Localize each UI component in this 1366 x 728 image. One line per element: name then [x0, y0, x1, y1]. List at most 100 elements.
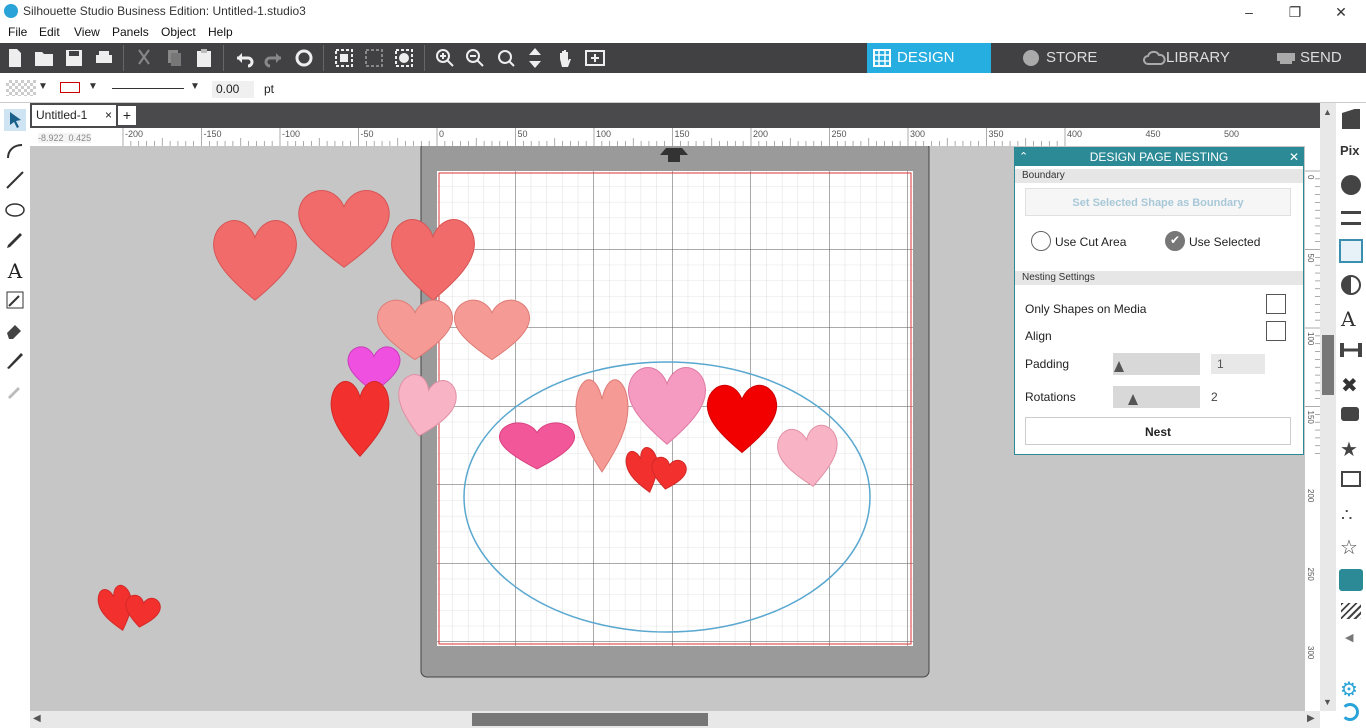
trace-icon[interactable] — [1341, 471, 1361, 487]
line-color-dropdown-icon[interactable]: ▼ — [88, 81, 98, 92]
menu-help[interactable]: Help — [208, 25, 233, 39]
heart-shape[interactable] — [299, 191, 389, 268]
settings-gear-icon[interactable]: ⚙ — [1340, 677, 1358, 702]
eyedropper-tool-icon[interactable] — [4, 379, 26, 401]
scroll-up-icon[interactable]: ▲ — [1323, 107, 1332, 117]
replicate-icon[interactable]: ✖ — [1341, 373, 1358, 398]
only-shapes-on-media-label: Only Shapes on Media — [1025, 302, 1147, 316]
compound-path-icon[interactable] — [393, 47, 415, 69]
collapse-panel-icon[interactable]: ◀ — [1345, 631, 1353, 644]
text-tool-icon[interactable]: A — [4, 259, 26, 283]
collapse-chevron-icon[interactable]: ⌃ — [1019, 148, 1028, 166]
document-tab[interactable]: Untitled-1 × — [32, 105, 116, 126]
tab-store[interactable]: STORE — [1016, 43, 1126, 73]
tab-library[interactable]: LIBRARY — [1136, 43, 1254, 73]
new-document-icon[interactable] — [4, 47, 26, 69]
close-tab-icon[interactable]: × — [105, 105, 112, 126]
open-folder-icon[interactable] — [33, 47, 55, 69]
nest-button[interactable]: Nest — [1025, 417, 1291, 445]
align-icon[interactable] — [1340, 343, 1362, 357]
tab-send[interactable]: SEND — [1268, 43, 1366, 73]
menu-panels[interactable]: Panels — [112, 25, 149, 39]
save-icon[interactable] — [63, 47, 85, 69]
heart-shape[interactable] — [331, 381, 389, 456]
add-tab-button[interactable]: + — [118, 106, 136, 125]
cursor-readout: -8.922 0.425 — [38, 133, 92, 143]
select-tool-icon[interactable] — [4, 109, 26, 131]
fill-dropdown-icon[interactable]: ▼ — [38, 81, 48, 92]
modify-icon[interactable] — [1341, 407, 1359, 421]
horizontal-scroll-thumb[interactable] — [472, 713, 708, 726]
padding-slider-thumb[interactable] — [1114, 361, 1124, 372]
close-panel-icon[interactable]: ✕ — [1289, 148, 1299, 166]
pan-hand-icon[interactable] — [554, 47, 576, 69]
print-icon[interactable] — [93, 47, 115, 69]
align-checkbox[interactable] — [1266, 321, 1286, 341]
padding-input[interactable]: 1 — [1211, 354, 1265, 374]
page-setup-icon[interactable] — [1342, 109, 1360, 129]
nesting-settings-section-header: Nesting Settings — [1015, 271, 1303, 285]
line-style-icon[interactable] — [1341, 211, 1361, 225]
zoom-selection-icon[interactable] — [494, 47, 516, 69]
scroll-left-icon[interactable]: ◀ — [33, 713, 41, 724]
fill-color-icon[interactable] — [1341, 175, 1361, 195]
redo-icon[interactable] — [263, 47, 285, 69]
copy-icon[interactable] — [163, 47, 185, 69]
fit-to-page-icon[interactable] — [524, 47, 546, 69]
nesting-panel-icon[interactable] — [1339, 569, 1363, 591]
fill-pattern-panel-icon[interactable] — [1341, 603, 1361, 619]
tab-design[interactable]: DESIGN — [867, 43, 991, 73]
rotations-slider-thumb[interactable] — [1128, 394, 1138, 405]
menu-edit[interactable]: Edit — [39, 25, 60, 39]
ungroup-icon[interactable] — [363, 47, 385, 69]
offset-star-icon[interactable]: ★ — [1340, 437, 1358, 462]
close-window-icon[interactable]: ✕ — [1318, 2, 1364, 22]
rotations-slider[interactable] — [1113, 386, 1200, 408]
line-style-preview[interactable] — [112, 88, 184, 89]
line-color-swatch[interactable] — [60, 82, 80, 93]
heart-shape[interactable] — [122, 594, 161, 630]
transparency-icon[interactable] — [1341, 275, 1361, 295]
pix-scan-icon[interactable]: Pix — [1340, 143, 1360, 158]
paste-icon[interactable] — [193, 47, 215, 69]
restore-icon[interactable]: ❐ — [1272, 2, 1318, 22]
line-tool-icon[interactable] — [4, 169, 26, 191]
transform-panel-icon[interactable] — [1339, 239, 1363, 263]
only-shapes-on-media-checkbox[interactable] — [1266, 294, 1286, 314]
sketch-dots-icon[interactable]: ∴ — [1341, 505, 1352, 526]
library-star-icon[interactable]: ☆ — [1340, 535, 1358, 560]
undo-icon[interactable] — [233, 47, 255, 69]
pencil-tool-icon[interactable] — [4, 229, 26, 251]
menu-file[interactable]: File — [8, 25, 27, 39]
zoom-out-icon[interactable] — [464, 47, 486, 69]
use-selected-radio[interactable]: ✔ — [1165, 231, 1185, 251]
knife-tool-icon[interactable] — [4, 349, 26, 371]
line-width-input[interactable]: 0.00 — [212, 81, 254, 98]
text-style-icon[interactable]: A — [1341, 307, 1355, 331]
draw-tool-icon[interactable] — [4, 289, 26, 311]
scroll-down-icon[interactable]: ▼ — [1323, 697, 1332, 707]
cut-icon[interactable] — [133, 47, 155, 69]
minimize-icon[interactable]: – — [1226, 2, 1272, 22]
scroll-right-icon[interactable]: ▶ — [1307, 713, 1315, 724]
vertical-scroll-thumb[interactable] — [1322, 335, 1334, 395]
add-page-icon[interactable] — [584, 47, 606, 69]
group-icon[interactable] — [333, 47, 355, 69]
sync-icon[interactable] — [1341, 703, 1359, 721]
menu-view[interactable]: View — [74, 25, 100, 39]
fill-pattern-swatch[interactable] — [6, 80, 36, 96]
zoom-in-icon[interactable] — [434, 47, 456, 69]
refresh-icon[interactable] — [293, 47, 315, 69]
set-boundary-button[interactable]: Set Selected Shape as Boundary — [1025, 188, 1291, 216]
ellipse-tool-icon[interactable] — [4, 199, 26, 221]
horizontal-ruler: -200 -150 -100 -50 0 50 100 150 200 250 300 350 400 4… — [30, 128, 1320, 146]
eraser-tool-icon[interactable] — [4, 319, 26, 341]
line-style-dropdown-icon[interactable]: ▼ — [190, 81, 200, 92]
point-edit-tool-icon[interactable] — [4, 139, 26, 161]
horizontal-scrollbar[interactable]: ◀ ▶ — [30, 711, 1320, 728]
padding-slider[interactable] — [1113, 353, 1200, 375]
menu-object[interactable]: Object — [161, 25, 196, 39]
use-cut-area-radio[interactable] — [1031, 231, 1051, 251]
vertical-scrollbar[interactable]: ▲ ▼ — [1320, 103, 1336, 711]
heart-shape[interactable] — [214, 221, 297, 301]
